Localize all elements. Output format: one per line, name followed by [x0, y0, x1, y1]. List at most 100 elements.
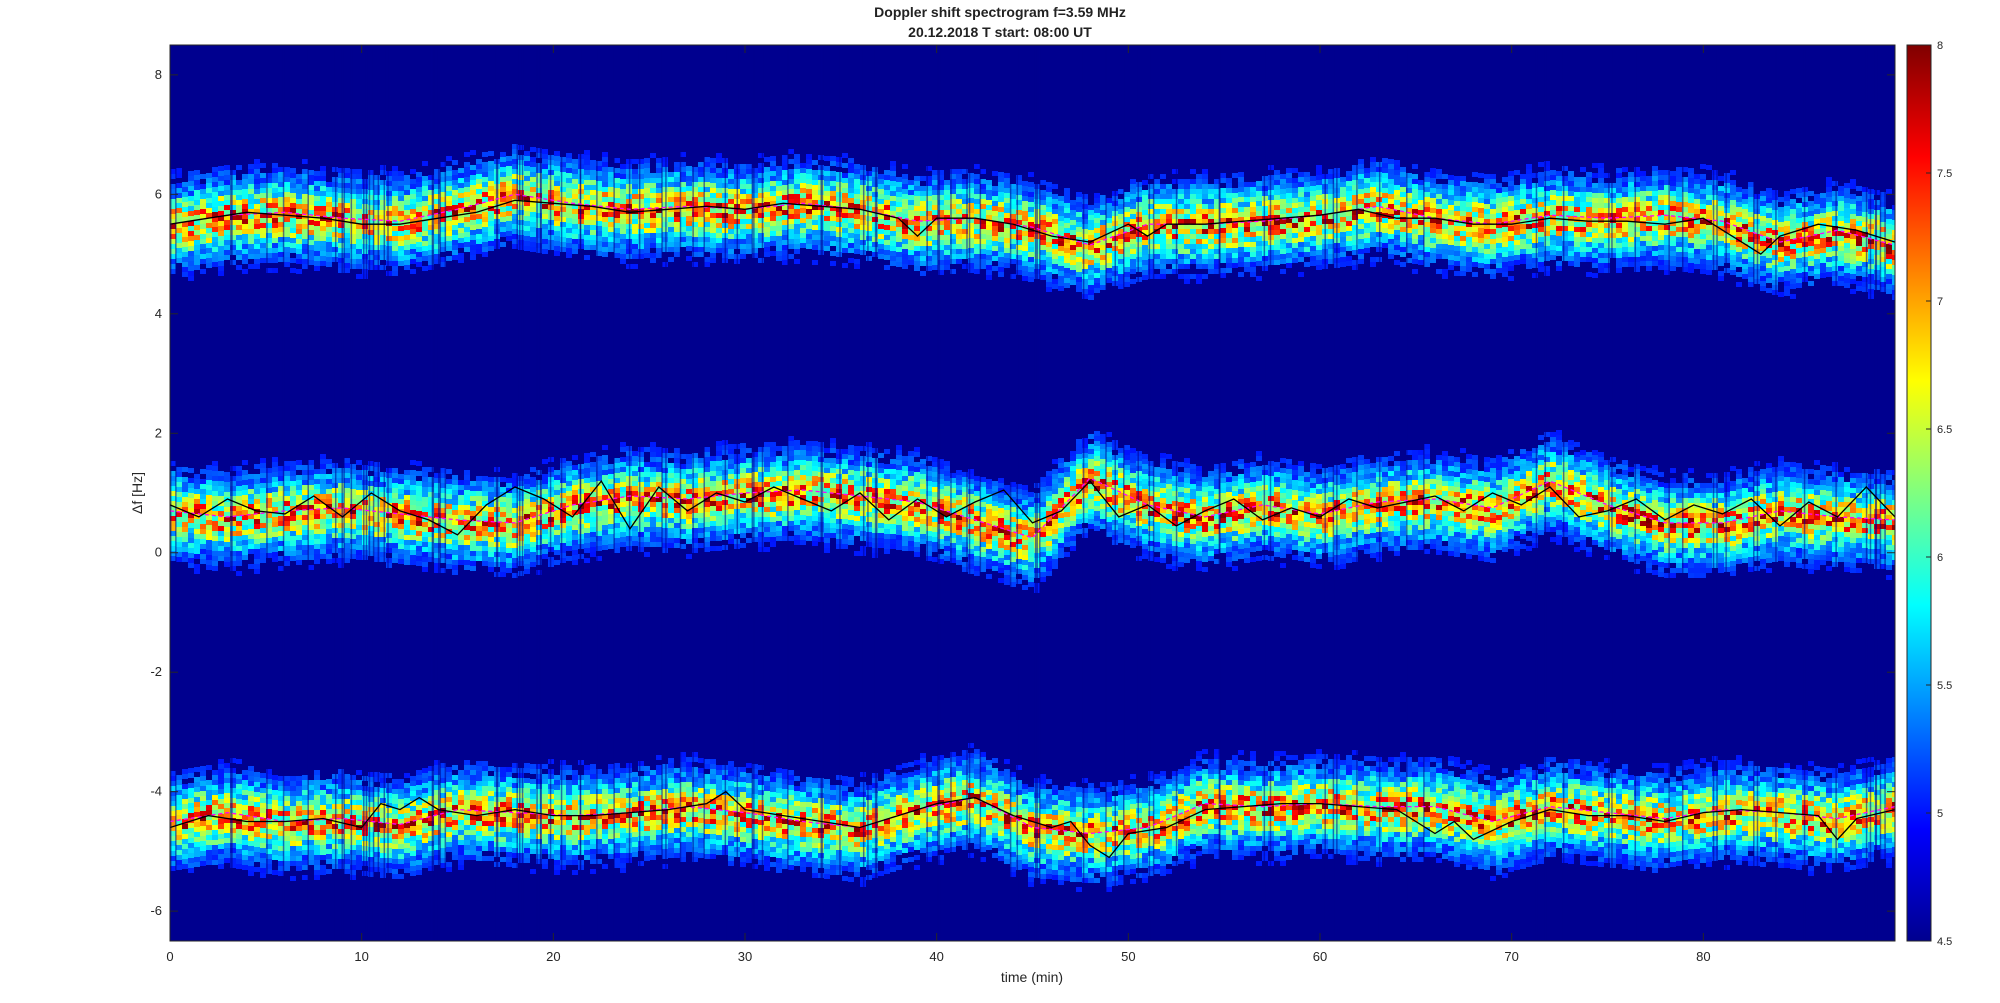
heatmap-cell — [398, 196, 404, 201]
heatmap-cell — [242, 480, 248, 485]
heatmap-cell — [344, 849, 350, 854]
heatmap-cell — [422, 823, 428, 828]
heatmap-cell — [218, 531, 224, 536]
heatmap-cell — [380, 813, 386, 818]
heatmap-cell — [452, 220, 458, 225]
heatmap-cell — [218, 541, 224, 546]
heatmap-cell — [446, 246, 452, 251]
heatmap-cell — [602, 162, 608, 167]
heatmap-cell — [488, 552, 494, 557]
heatmap-cell — [554, 865, 560, 870]
heatmap-cell — [236, 486, 242, 491]
heatmap-cell — [326, 187, 332, 192]
heatmap-cell — [326, 849, 332, 854]
heatmap-cell — [188, 838, 194, 843]
heatmap-cell — [416, 192, 422, 197]
heatmap-cell — [566, 173, 572, 178]
heatmap-cell — [380, 527, 386, 532]
heatmap-cell — [182, 849, 188, 854]
heatmap-cell — [188, 503, 194, 508]
heatmap-cell — [452, 850, 458, 855]
heatmap-cell — [602, 212, 608, 217]
heatmap-cell — [314, 559, 320, 564]
heatmap-cell — [470, 175, 476, 180]
heatmap-cell — [182, 182, 188, 187]
heatmap-cell — [326, 844, 332, 849]
heatmap-cell — [590, 215, 596, 220]
heatmap-cell — [194, 245, 200, 250]
heatmap-cell — [392, 799, 398, 804]
heatmap-cell — [554, 236, 560, 241]
heatmap-cell — [296, 776, 302, 781]
heatmap-cell — [326, 514, 332, 519]
heatmap-cell — [320, 780, 326, 785]
heatmap-cell — [236, 200, 242, 205]
heatmap-cell — [344, 829, 350, 834]
heatmap-cell — [584, 225, 590, 230]
heatmap-cell — [470, 551, 476, 556]
heatmap-cell — [614, 238, 620, 243]
heatmap-cell — [338, 208, 344, 213]
heatmap-cell — [188, 271, 194, 276]
heatmap-cell — [254, 782, 260, 787]
heatmap-cell — [338, 173, 344, 178]
heatmap-cell — [650, 447, 656, 452]
heatmap-cell — [524, 833, 530, 838]
heatmap-cell — [248, 534, 254, 539]
heatmap-cell — [590, 240, 596, 245]
heatmap-cell — [554, 840, 560, 845]
heatmap-cell — [320, 241, 326, 246]
heatmap-cell — [488, 776, 494, 781]
heatmap-cell — [260, 468, 266, 473]
heatmap-cell — [656, 238, 662, 243]
heatmap-cell — [254, 772, 260, 777]
heatmap-cell — [608, 474, 614, 479]
heatmap-cell — [644, 168, 650, 173]
heatmap-cell — [194, 852, 200, 857]
heatmap-cell — [524, 569, 530, 574]
heatmap-cell — [314, 775, 320, 780]
heatmap-cell — [296, 224, 302, 229]
heatmap-cell — [590, 527, 596, 532]
heatmap-cell — [632, 511, 638, 516]
heatmap-cell — [212, 800, 218, 805]
heatmap-cell — [524, 783, 530, 788]
heatmap-cell — [488, 781, 494, 786]
heatmap-cell — [572, 860, 578, 865]
heatmap-cell — [554, 470, 560, 475]
heatmap-cell — [392, 814, 398, 819]
heatmap-cell — [260, 533, 266, 538]
heatmap-cell — [200, 199, 206, 204]
heatmap-cell — [374, 522, 380, 527]
heatmap-cell — [674, 823, 680, 828]
heatmap-cell — [254, 539, 260, 544]
heatmap-cell — [272, 253, 278, 258]
heatmap-cell — [242, 184, 248, 189]
heatmap-cell — [452, 835, 458, 840]
heatmap-cell — [404, 848, 410, 853]
heatmap-cell — [488, 791, 494, 796]
heatmap-cell — [590, 839, 596, 844]
heatmap-cell — [530, 779, 536, 784]
heatmap-cell — [296, 851, 302, 856]
heatmap-cell — [392, 839, 398, 844]
heatmap-cell — [644, 786, 650, 791]
heatmap-cell — [668, 478, 674, 483]
heatmap-cell — [524, 544, 530, 549]
heatmap-cell — [224, 773, 230, 778]
heatmap-cell — [524, 241, 530, 246]
heatmap-cell — [458, 223, 464, 228]
heatmap-cell — [248, 771, 254, 776]
heatmap-cell — [674, 463, 680, 468]
heatmap-cell — [464, 192, 470, 197]
heatmap-cell — [530, 202, 536, 207]
heatmap-cell — [458, 243, 464, 248]
heatmap-cell — [248, 846, 254, 851]
heatmap-cell — [410, 806, 416, 811]
heatmap-cell — [272, 795, 278, 800]
heatmap-cell — [542, 849, 548, 854]
heatmap-cell — [182, 834, 188, 839]
heatmap-cell — [356, 274, 362, 279]
heatmap-cell — [326, 262, 332, 267]
heatmap-cell — [254, 489, 260, 494]
